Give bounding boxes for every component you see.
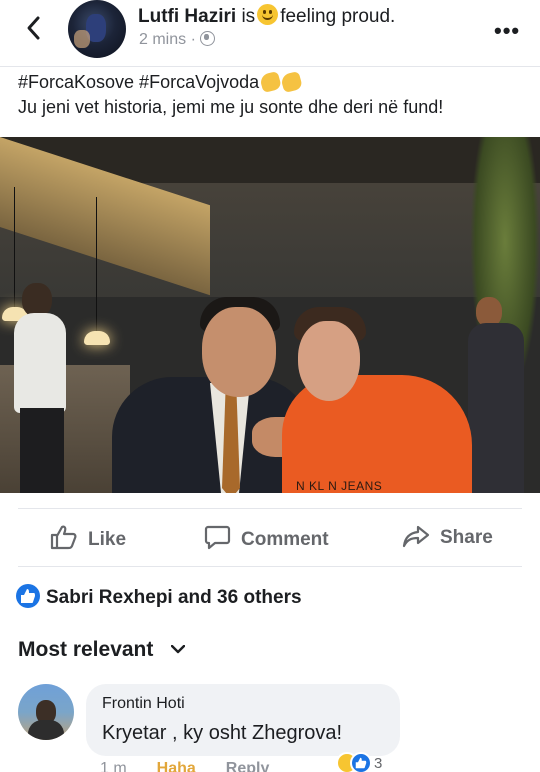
like-reaction-icon [350, 752, 372, 772]
post-photo[interactable]: N KL N JEANS [0, 137, 540, 493]
comment-reaction-count: 3 [374, 754, 383, 772]
comment-bubble[interactable]: Frontin Hoti Kryetar , ky osht Zhegrova! [86, 684, 400, 756]
hashtags-text[interactable]: #ForcaKosove #ForcaVojvoda [18, 72, 259, 92]
back-arrow-icon[interactable] [22, 14, 46, 42]
post-actions: Like Comment Share [0, 512, 540, 562]
commenter-avatar[interactable] [18, 684, 74, 740]
comment-bubble-icon [204, 525, 231, 550]
comment-footer: 1 m Haha Reply [100, 760, 299, 772]
divider [0, 66, 540, 67]
post-header: Lutfi Haziri is feeling proud. 2 mins · •… [0, 0, 540, 62]
post-time[interactable]: 2 mins [139, 31, 186, 48]
like-reaction-icon [16, 584, 40, 608]
reactions-summary[interactable]: Sabri Rexhepi and 36 others [16, 584, 302, 609]
smiley-icon [257, 4, 279, 25]
feeling-text: feeling proud. [280, 6, 396, 27]
comment-time: 1 m [100, 760, 127, 772]
post-text: Ju jeni vet historia, jemi me ju sonte d… [18, 97, 444, 117]
reactions-text: Sabri Rexhepi and 36 others [46, 587, 302, 608]
hoodie-print: N KL N JEANS [296, 479, 383, 493]
share-label: Share [440, 527, 493, 548]
comment-haha-button[interactable]: Haha [157, 760, 196, 772]
comment-button[interactable]: Comment [204, 524, 329, 552]
comment-text: Kryetar , ky osht Zhegrova! [102, 722, 343, 744]
flexed-biceps-icon [259, 70, 283, 94]
like-label: Like [88, 529, 127, 550]
post-meta: 2 mins · [139, 31, 215, 49]
share-button[interactable]: Share [402, 524, 493, 552]
like-button[interactable]: Like [50, 524, 126, 552]
commenter-name[interactable]: Frontin Hoti [102, 695, 185, 713]
divider [18, 566, 522, 567]
comment-reactions[interactable]: 3 [336, 752, 382, 772]
flexed-biceps-icon [280, 70, 304, 94]
globe-icon [199, 31, 215, 46]
comment-sort-label: Most relevant [18, 638, 154, 661]
comment-reply-button[interactable]: Reply [226, 760, 270, 772]
divider [18, 508, 522, 509]
comment-sort-dropdown[interactable]: Most relevant [18, 638, 186, 662]
author-avatar[interactable] [68, 0, 126, 58]
comment-label: Comment [241, 529, 329, 550]
post-author-line: Lutfi Haziri is feeling proud. [138, 4, 395, 28]
chevron-down-icon [171, 645, 186, 654]
author-name[interactable]: Lutfi Haziri [138, 6, 236, 27]
status-prefix: is [241, 6, 256, 27]
post-hashtags: #ForcaKosove #ForcaVojvoda [18, 70, 304, 94]
share-arrow-icon [402, 525, 430, 548]
thumbs-up-icon [50, 525, 77, 550]
more-options-icon[interactable]: ••• [494, 18, 520, 44]
